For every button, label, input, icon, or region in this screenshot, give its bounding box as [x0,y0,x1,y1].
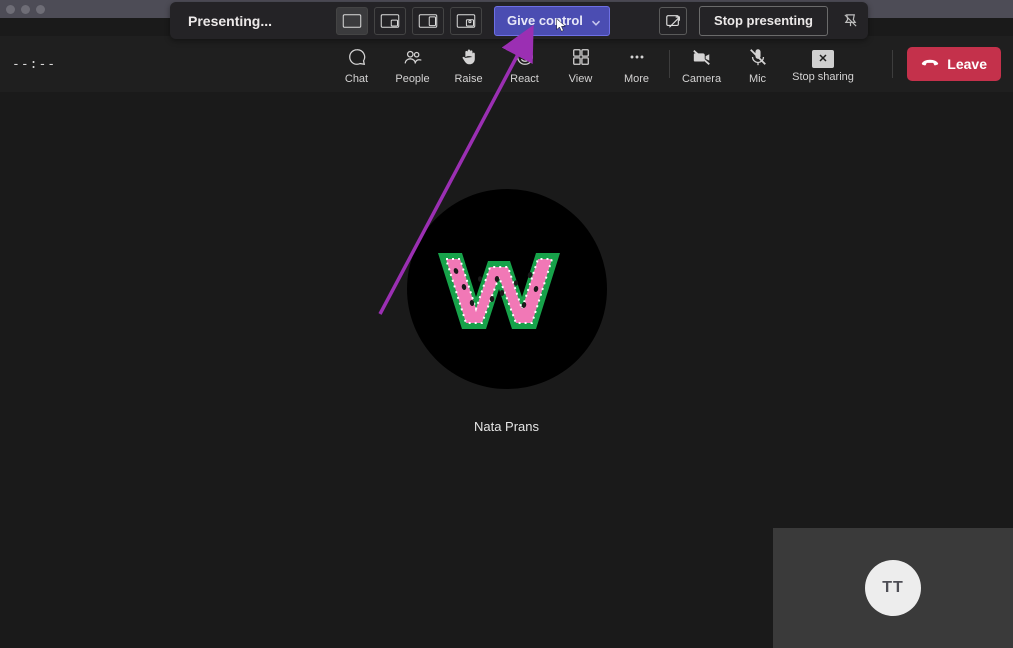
people-button[interactable]: People [385,43,441,85]
chat-icon [347,47,367,70]
more-label: More [624,73,649,85]
ellipsis-icon [627,47,647,70]
layout-fullscreen-button[interactable] [336,7,368,35]
layout-sidebyside-button[interactable] [412,7,444,35]
presenting-status: Presenting... [176,13,284,29]
people-label: People [395,73,429,85]
hand-icon [459,47,479,70]
hangup-icon [921,56,939,73]
raise-label: Raise [454,73,482,85]
react-label: React [510,73,539,85]
chat-button[interactable]: Chat [329,43,385,85]
layout-standout-button[interactable] [374,7,406,35]
traffic-minimize[interactable] [21,5,30,14]
participant-name: Nata Prans [474,419,539,434]
meeting-timer: --:-- [12,57,56,72]
traffic-close[interactable] [6,5,15,14]
stop-presenting-label: Stop presenting [714,13,813,28]
mic-label: Mic [749,73,766,85]
camera-label: Camera [682,73,721,85]
camera-button[interactable]: Camera [674,43,730,85]
self-avatar: TT [865,560,921,616]
participant-avatar [407,189,607,389]
view-button[interactable]: View [553,43,609,85]
raise-hand-button[interactable]: Raise [441,43,497,85]
give-control-dropdown[interactable]: Give control [494,6,610,36]
smile-icon [515,47,535,70]
stop-sharing-label: Stop sharing [792,71,854,83]
camera-off-icon [692,47,712,70]
popout-button[interactable] [659,7,687,35]
stop-sharing-button[interactable]: ✕ Stop sharing [786,46,861,83]
mic-button[interactable]: Mic [730,43,786,85]
meeting-toolbar: --:-- Chat People Raise React View More [0,36,1013,92]
react-button[interactable]: React [497,43,553,85]
pin-toolbar-button[interactable] [838,9,862,33]
toolbar-divider [669,50,670,78]
layout-reporter-button[interactable] [450,7,482,35]
leave-label: Leave [947,56,987,72]
stop-sharing-icon: ✕ [812,50,834,68]
chat-label: Chat [345,73,368,85]
presenter-toolbar: Presenting... Give control Stop presenti… [170,2,868,39]
stop-presenting-button[interactable]: Stop presenting [699,6,828,36]
self-initials: TT [882,579,904,597]
chevron-down-icon [591,16,601,26]
self-view[interactable]: TT [773,528,1013,648]
toolbar-divider [892,50,893,78]
avatar-letter-w-icon [432,239,582,339]
traffic-zoom[interactable] [36,5,45,14]
leave-button[interactable]: Leave [907,47,1001,81]
give-control-label: Give control [507,13,583,28]
view-label: View [569,73,593,85]
mic-off-icon [748,47,768,70]
more-button[interactable]: More [609,43,665,85]
people-icon [403,47,423,70]
grid-icon [571,47,591,70]
